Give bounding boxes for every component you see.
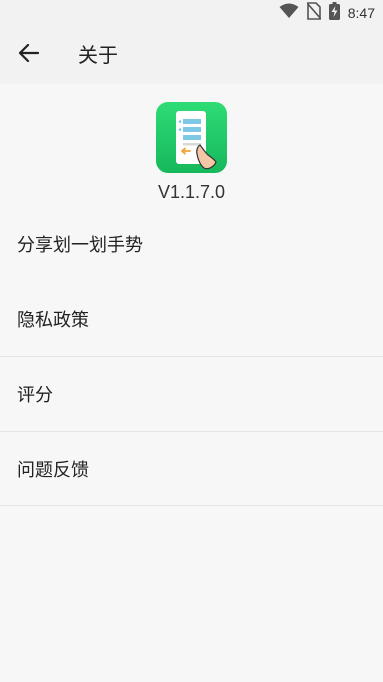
app-logo-icon [156,102,227,173]
menu-item-rate[interactable]: 评分 [0,356,383,431]
menu-item-label: 问题反馈 [17,459,89,481]
back-button[interactable] [12,38,46,72]
wifi-icon [279,3,299,23]
status-icons: 8:47 [279,2,375,24]
app-bar: 关于 [0,26,383,84]
page-title: 关于 [78,43,118,67]
status-bar: 8:47 [0,0,383,26]
menu-item-label: 分享划一划手势 [17,234,143,256]
version-label: V1.1.7.0 [157,182,226,202]
menu-item-label: 隐私政策 [17,309,89,331]
arrow-left-icon [18,43,40,66]
menu-item-feedback[interactable]: 问题反馈 [0,431,383,506]
menu-item-label: 评分 [17,385,53,406]
menu-item-share-gesture[interactable]: 分享划一划手势 [0,206,383,281]
menu-item-privacy-policy[interactable]: 隐私政策 [0,281,383,356]
menu-list: 分享划一划手势 隐私政策 评分 问题反馈 [0,206,383,506]
status-time: 8:47 [347,5,375,21]
battery-charging-icon [328,2,340,24]
no-sim-icon [306,2,322,24]
